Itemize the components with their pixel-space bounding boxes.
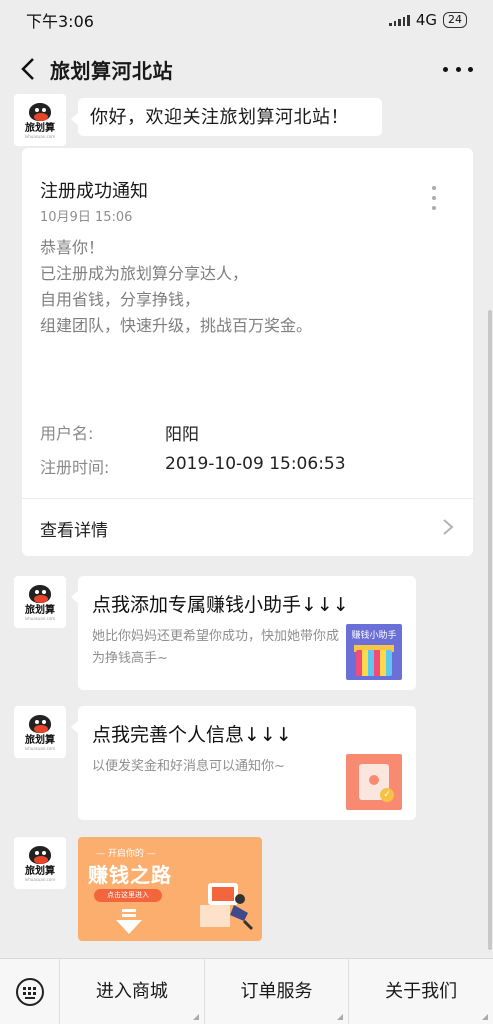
keyboard-icon	[15, 977, 44, 1006]
banner-title: 赚钱之路	[88, 863, 172, 887]
status-time: 下午3:06	[26, 12, 94, 31]
card-body-line: 组建团队，快速升级，挑战百万奖金。	[40, 316, 313, 335]
more-options-icon[interactable]	[443, 60, 473, 78]
username-value: 阳阳	[165, 425, 199, 445]
card-body: 恭喜你！ 已注册成为旅划算分享达人， 自用省钱，分享挣钱， 组建团队，快速升级，…	[40, 235, 312, 339]
logo-subtext: lvhuasuan.com	[24, 746, 56, 751]
back-icon[interactable]	[8, 40, 48, 98]
link-title: 点我完善个人信息↓↓↓	[92, 724, 292, 746]
link-description: 以便发奖金和好消息可以通知你~	[92, 759, 285, 774]
logo-subtext: lvhuasuan.com	[24, 134, 56, 139]
network-label: 4G	[415, 11, 437, 29]
avatar[interactable]: 旅划算 lvhuasuan.com	[14, 94, 66, 146]
gift-icon: 赚钱小助手	[346, 624, 402, 680]
reg-time-value: 2019-10-09 15:06:53	[165, 454, 346, 474]
menu-item-label: 订单服务	[240, 980, 313, 1002]
status-bar: 下午3:06 4G 24	[0, 0, 493, 40]
card-time: 10月9日 15:06	[40, 210, 133, 225]
avatar[interactable]: 旅划算 lvhuasuan.com	[14, 576, 66, 628]
nav-bar: 旅划算河北站	[0, 40, 493, 98]
profile-card-icon: ✓	[346, 754, 402, 810]
welcome-message: 你好，欢迎关注旅划算河北站！	[71, 98, 382, 136]
banner-button[interactable]: 点击这里进入	[94, 889, 162, 902]
money-road-banner[interactable]: — 开启你的 — 赚钱之路 点击这里进入	[78, 837, 262, 941]
logo-text: 旅划算	[25, 735, 55, 746]
menu-item-label: 关于我们	[385, 980, 458, 1002]
card-body-line: 已注册成为旅划算分享达人，	[40, 264, 249, 283]
logo-bird-icon	[26, 583, 54, 605]
menu-item-orders[interactable]: 订单服务	[203, 958, 349, 1024]
logo-text: 旅划算	[25, 866, 55, 877]
banner-subtitle: — 开启你的 —	[96, 849, 156, 859]
reg-time-row: 注册时间: 2019-10-09 15:06:53	[40, 454, 346, 478]
logo-bird-icon	[26, 844, 54, 866]
profile-link-message[interactable]: 点我完善个人信息↓↓↓ 以便发奖金和好消息可以通知你~ ✓	[71, 706, 416, 820]
card-menu-icon[interactable]	[432, 186, 437, 210]
down-arrow-icon	[116, 909, 142, 934]
logo-bird-icon	[26, 101, 54, 123]
keyboard-toggle-button[interactable]	[0, 958, 60, 1024]
avatar[interactable]: 旅划算 lvhuasuan.com	[14, 706, 66, 758]
link-title: 点我添加专属赚钱小助手↓↓↓	[92, 594, 349, 616]
battery-icon: 24	[443, 12, 467, 28]
card-body-line: 自用省钱，分享挣钱，	[40, 290, 201, 309]
card-title: 注册成功通知	[40, 181, 148, 202]
link-description: 她比你妈妈还更希望你成功，快加她带你成为挣钱高手~	[92, 629, 340, 666]
divider	[22, 498, 473, 499]
card-body-line: 恭喜你！	[40, 238, 105, 257]
logo-subtext: lvhuasuan.com	[24, 877, 56, 882]
view-details-link[interactable]: 查看详情	[40, 516, 108, 541]
bottom-menu: 进入商城 订单服务 关于我们	[0, 958, 493, 1024]
username-label: 用户名:	[40, 424, 94, 443]
logo-text: 旅划算	[25, 605, 55, 616]
thumb-label: 赚钱小助手	[351, 631, 397, 641]
reg-time-label: 注册时间:	[40, 458, 110, 477]
assistant-link-message[interactable]: 点我添加专属赚钱小助手↓↓↓ 她比你妈妈还更希望你成功，快加她带你成为挣钱高手~…	[71, 576, 416, 690]
submenu-indicator-icon	[482, 1013, 489, 1020]
logo-bird-icon	[26, 713, 54, 735]
logo-text: 旅划算	[25, 123, 55, 134]
notification-card[interactable]: 注册成功通知 10月9日 15:06 恭喜你！ 已注册成为旅划算分享达人， 自用…	[22, 148, 473, 556]
status-icons: 4G 24	[389, 11, 467, 29]
logo-subtext: lvhuasuan.com	[24, 616, 56, 621]
submenu-indicator-icon	[337, 1013, 344, 1020]
avatar[interactable]: 旅划算 lvhuasuan.com	[14, 837, 66, 889]
scrollbar[interactable]	[488, 310, 492, 950]
menu-item-shop[interactable]: 进入商城	[60, 959, 204, 1024]
username-row: 用户名: 阳阳	[40, 420, 199, 445]
submenu-indicator-icon	[192, 1013, 199, 1020]
page-title: 旅划算河北站	[50, 58, 173, 83]
chevron-right-icon	[443, 519, 454, 535]
signal-icon	[389, 14, 410, 26]
menu-item-about[interactable]: 关于我们	[348, 958, 493, 1024]
person-with-screen-icon	[200, 883, 254, 931]
menu-item-label: 进入商城	[95, 980, 168, 1002]
